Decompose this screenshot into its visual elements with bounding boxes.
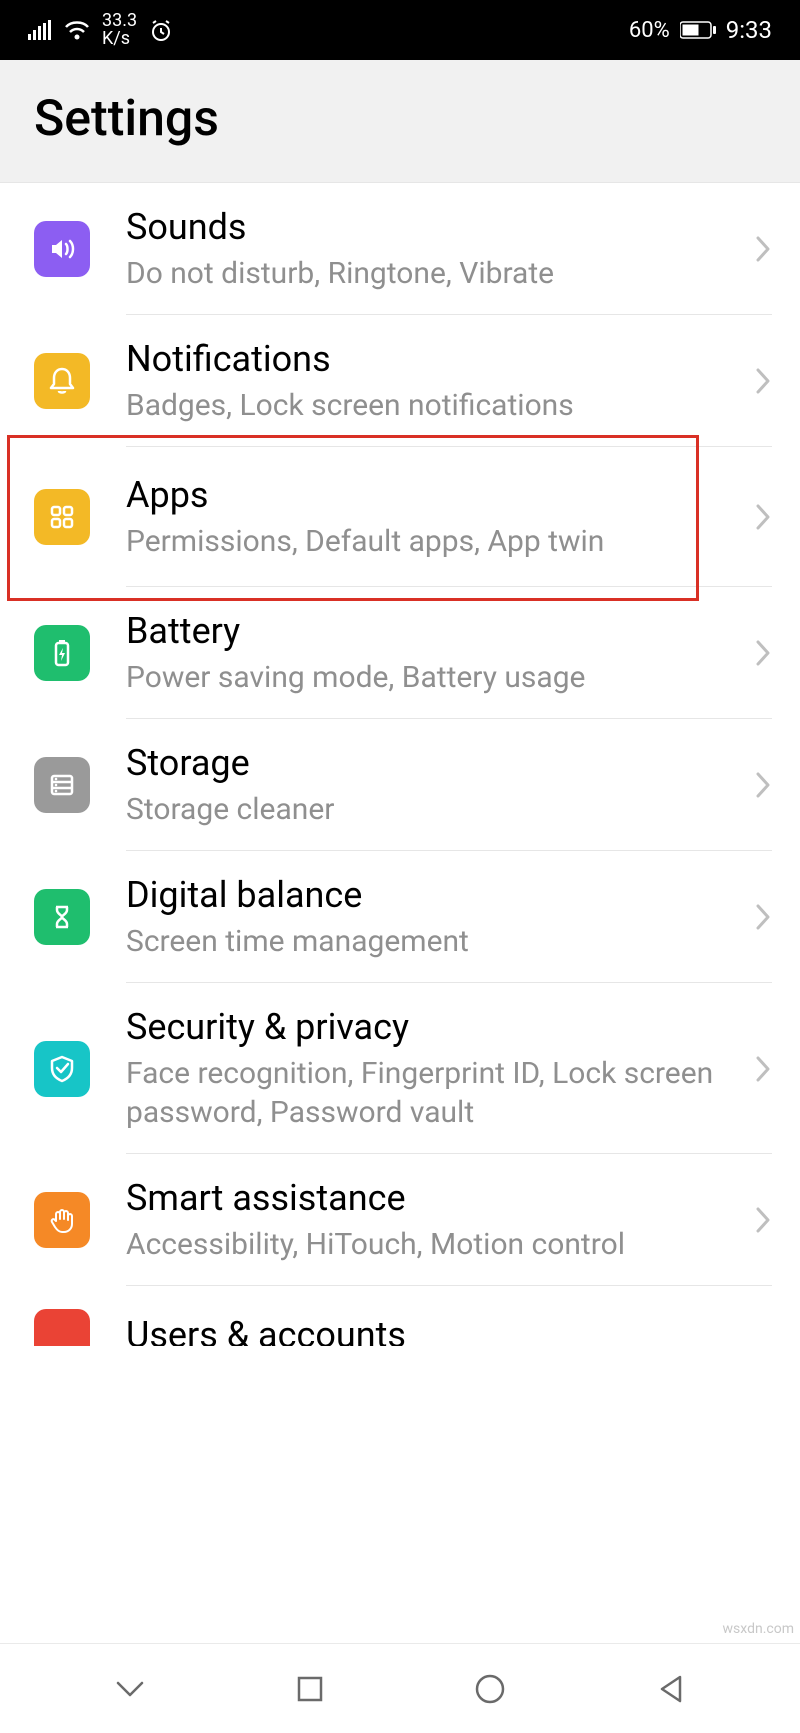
item-subtitle: Storage cleaner (126, 790, 738, 829)
time: 9:33 (726, 16, 772, 44)
chevron-right-icon (754, 1054, 772, 1084)
item-title: Users & accounts (126, 1313, 756, 1347)
item-title: Apps (126, 473, 738, 518)
chevron-right-icon (754, 770, 772, 800)
item-title: Battery (126, 609, 738, 654)
battery-percent: 60% (629, 18, 670, 43)
settings-item-digital-balance[interactable]: Digital balance Screen time management (0, 851, 800, 983)
users-icon (34, 1309, 90, 1346)
item-text: Security & privacy Face recognition, Fin… (126, 1005, 738, 1132)
status-right: 60% 9:33 (629, 16, 772, 44)
item-subtitle: Permissions, Default apps, App twin (126, 522, 738, 561)
settings-item-battery[interactable]: Battery Power saving mode, Battery usage (0, 587, 800, 719)
item-text: Sounds Do not disturb, Ringtone, Vibrate (126, 205, 738, 293)
item-text: Notifications Badges, Lock screen notifi… (126, 337, 738, 425)
item-title: Security & privacy (126, 1005, 738, 1050)
item-subtitle: Power saving mode, Battery usage (126, 658, 738, 697)
storage-icon (34, 757, 90, 813)
nav-recents-button[interactable] (270, 1659, 350, 1719)
chevron-right-icon (754, 502, 772, 532)
nav-home-button[interactable] (450, 1659, 530, 1719)
item-subtitle: Badges, Lock screen notifications (126, 386, 738, 425)
status-left: 33.3K/s (28, 12, 173, 48)
settings-item-storage[interactable]: Storage Storage cleaner (0, 719, 800, 851)
signal-icon (28, 20, 52, 40)
item-text: Apps Permissions, Default apps, App twin (126, 473, 738, 561)
settings-item-users-accounts[interactable]: Users & accounts (0, 1286, 800, 1346)
grid-icon (34, 489, 90, 545)
settings-item-security[interactable]: Security & privacy Face recognition, Fin… (0, 983, 800, 1154)
item-title: Smart assistance (126, 1176, 738, 1221)
settings-item-apps[interactable]: Apps Permissions, Default apps, App twin (0, 447, 800, 587)
item-title: Notifications (126, 337, 738, 382)
hand-icon (34, 1192, 90, 1248)
status-bar: 33.3K/s 60% 9:33 (0, 0, 800, 60)
item-title: Digital balance (126, 873, 738, 918)
item-text: Battery Power saving mode, Battery usage (126, 609, 738, 697)
item-text: Storage Storage cleaner (126, 741, 738, 829)
item-title: Sounds (126, 205, 738, 250)
battery-icon (680, 21, 716, 39)
item-subtitle: Do not disturb, Ringtone, Vibrate (126, 254, 738, 293)
settings-item-smart-assistance[interactable]: Smart assistance Accessibility, HiTouch,… (0, 1154, 800, 1286)
nav-keyboard-dismiss[interactable] (90, 1659, 170, 1719)
chevron-right-icon (754, 902, 772, 932)
item-text: Digital balance Screen time management (126, 873, 738, 961)
alarm-icon (149, 18, 173, 42)
bell-icon (34, 353, 90, 409)
item-subtitle: Accessibility, HiTouch, Motion control (126, 1225, 738, 1264)
watermark: wsxdn.com (723, 1621, 794, 1637)
item-text: Users & accounts (126, 1313, 756, 1347)
network-speed: 33.3K/s (102, 12, 137, 48)
item-title: Storage (126, 741, 738, 786)
shield-icon (34, 1041, 90, 1097)
hourglass-icon (34, 889, 90, 945)
navigation-bar (0, 1643, 800, 1733)
chevron-right-icon (754, 638, 772, 668)
battery-icon (34, 625, 90, 681)
chevron-right-icon (754, 1205, 772, 1235)
wifi-icon (64, 20, 90, 40)
item-subtitle: Face recognition, Fingerprint ID, Lock s… (126, 1054, 738, 1132)
item-text: Smart assistance Accessibility, HiTouch,… (126, 1176, 738, 1264)
settings-item-notifications[interactable]: Notifications Badges, Lock screen notifi… (0, 315, 800, 447)
settings-list: Sounds Do not disturb, Ringtone, Vibrate… (0, 183, 800, 1346)
header: Settings (0, 60, 800, 183)
chevron-right-icon (754, 234, 772, 264)
speaker-icon (34, 221, 90, 277)
chevron-right-icon (754, 366, 772, 396)
nav-back-button[interactable] (630, 1659, 710, 1719)
item-subtitle: Screen time management (126, 922, 738, 961)
page-title: Settings (34, 90, 766, 148)
settings-item-sounds[interactable]: Sounds Do not disturb, Ringtone, Vibrate (0, 183, 800, 315)
